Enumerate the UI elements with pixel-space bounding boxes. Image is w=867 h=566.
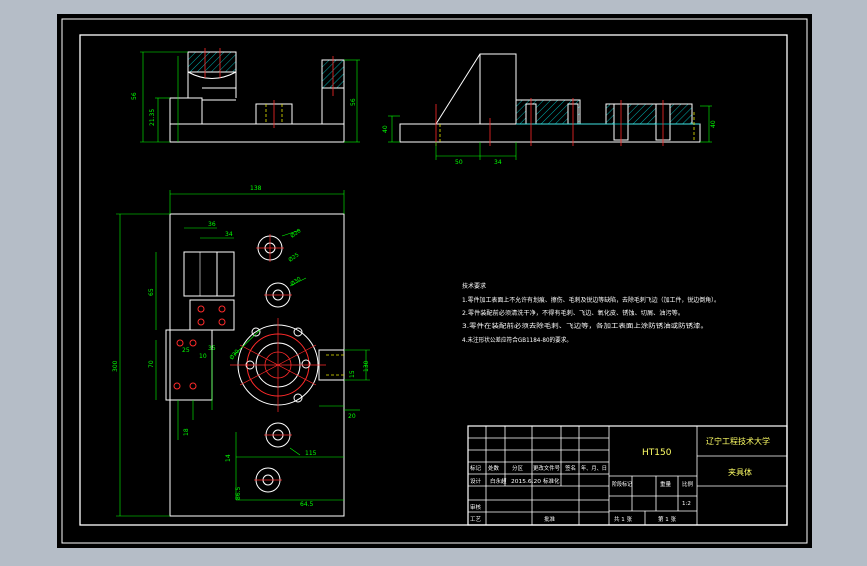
top-dim-35: 35 (208, 345, 216, 352)
top-dim-130: 130 (363, 360, 370, 372)
top-dim-36: 36 (208, 221, 216, 228)
top-dim-20: 20 (348, 413, 356, 420)
top-dim-25: 25 (182, 347, 190, 354)
tb-weight-label: 重量 (660, 480, 672, 488)
tb-sign-label: 签名 (565, 464, 576, 472)
top-dim-64-5: 64.5 (300, 501, 314, 508)
top-dim-10: 10 (199, 353, 207, 360)
front-dim-base: 21.35 (149, 109, 156, 126)
tb-drawing-no: HT150 (642, 448, 672, 458)
top-dim-115: 115 (305, 450, 317, 457)
tb-design-label: 设计 (470, 477, 482, 485)
tb-scale: 1:2 (682, 501, 691, 507)
notes-title: 技术要求 (462, 282, 486, 290)
drawing-canvas: 56 21.35 56 40 40 50 34 138 300 36 34 65… (57, 14, 812, 548)
top-dim-18: 18 (183, 428, 190, 436)
tb-std-label: 标准化 (543, 477, 560, 485)
side-dim-left: 40 (382, 125, 389, 133)
tb-change-label: 更改文件号 (533, 464, 560, 472)
tb-approve-label: 批准 (544, 515, 556, 523)
note-line-4: 4.未注形状公差应符合GB1184-80的要求。 (462, 336, 572, 344)
cad-viewport[interactable]: 56 21.35 56 40 40 50 34 138 300 36 34 65… (0, 0, 867, 562)
front-dim-total: 56 (131, 92, 138, 100)
note-line-1: 1.零件加工表面上不允许有划痕、擦伤、毛刺及锐边等缺陷，去除毛刺飞边（加工件，锐… (462, 296, 720, 304)
top-dim-14: 14 (225, 454, 232, 462)
side-dim-right: 40 (710, 120, 717, 128)
top-dim-70: 70 (148, 360, 155, 368)
side-dim-34: 34 (494, 159, 502, 166)
tb-school: 辽宁工程技术大学 (706, 436, 770, 446)
tb-design-date: 2015.6.20 (511, 479, 542, 485)
tb-count-label: 处数 (488, 464, 500, 472)
top-dim-15: 15 (349, 370, 356, 378)
tb-process-label: 工艺 (470, 516, 482, 523)
tb-mark-label: 标记 (470, 464, 482, 472)
top-dim-86-5: 86.5 (235, 486, 242, 500)
front-dim-right: 56 (350, 98, 357, 106)
top-dim-34: 34 (225, 231, 233, 238)
tb-zone-label: 分区 (512, 464, 524, 472)
tb-sheet-no: 第 1 张 (658, 515, 676, 523)
tb-scale-label: 比例 (682, 480, 694, 488)
top-dim-65: 65 (148, 288, 155, 296)
tb-review-label: 审核 (470, 503, 482, 511)
tb-designer: 白永超 (490, 477, 507, 485)
tb-date-label: 年、月、日 (581, 464, 607, 472)
top-dim-height: 300 (112, 360, 119, 372)
top-dim-width: 138 (250, 185, 262, 192)
note-line-2: 2.零件装配前必须清洗干净，不得有毛刺、飞边、氧化皮、锈蚀、切屑、油污等。 (462, 309, 684, 317)
tb-stage-label: 阶段标记 (612, 480, 632, 488)
side-dim-50: 50 (455, 159, 463, 166)
note-line-3: 3.零件在装配前必须去除毛刺、飞边等，各加工表面上涂防锈油或防锈漆。 (462, 322, 708, 330)
tb-sheets-total: 共 1 张 (614, 515, 632, 523)
tb-drawing-name: 夹具体 (728, 467, 752, 477)
